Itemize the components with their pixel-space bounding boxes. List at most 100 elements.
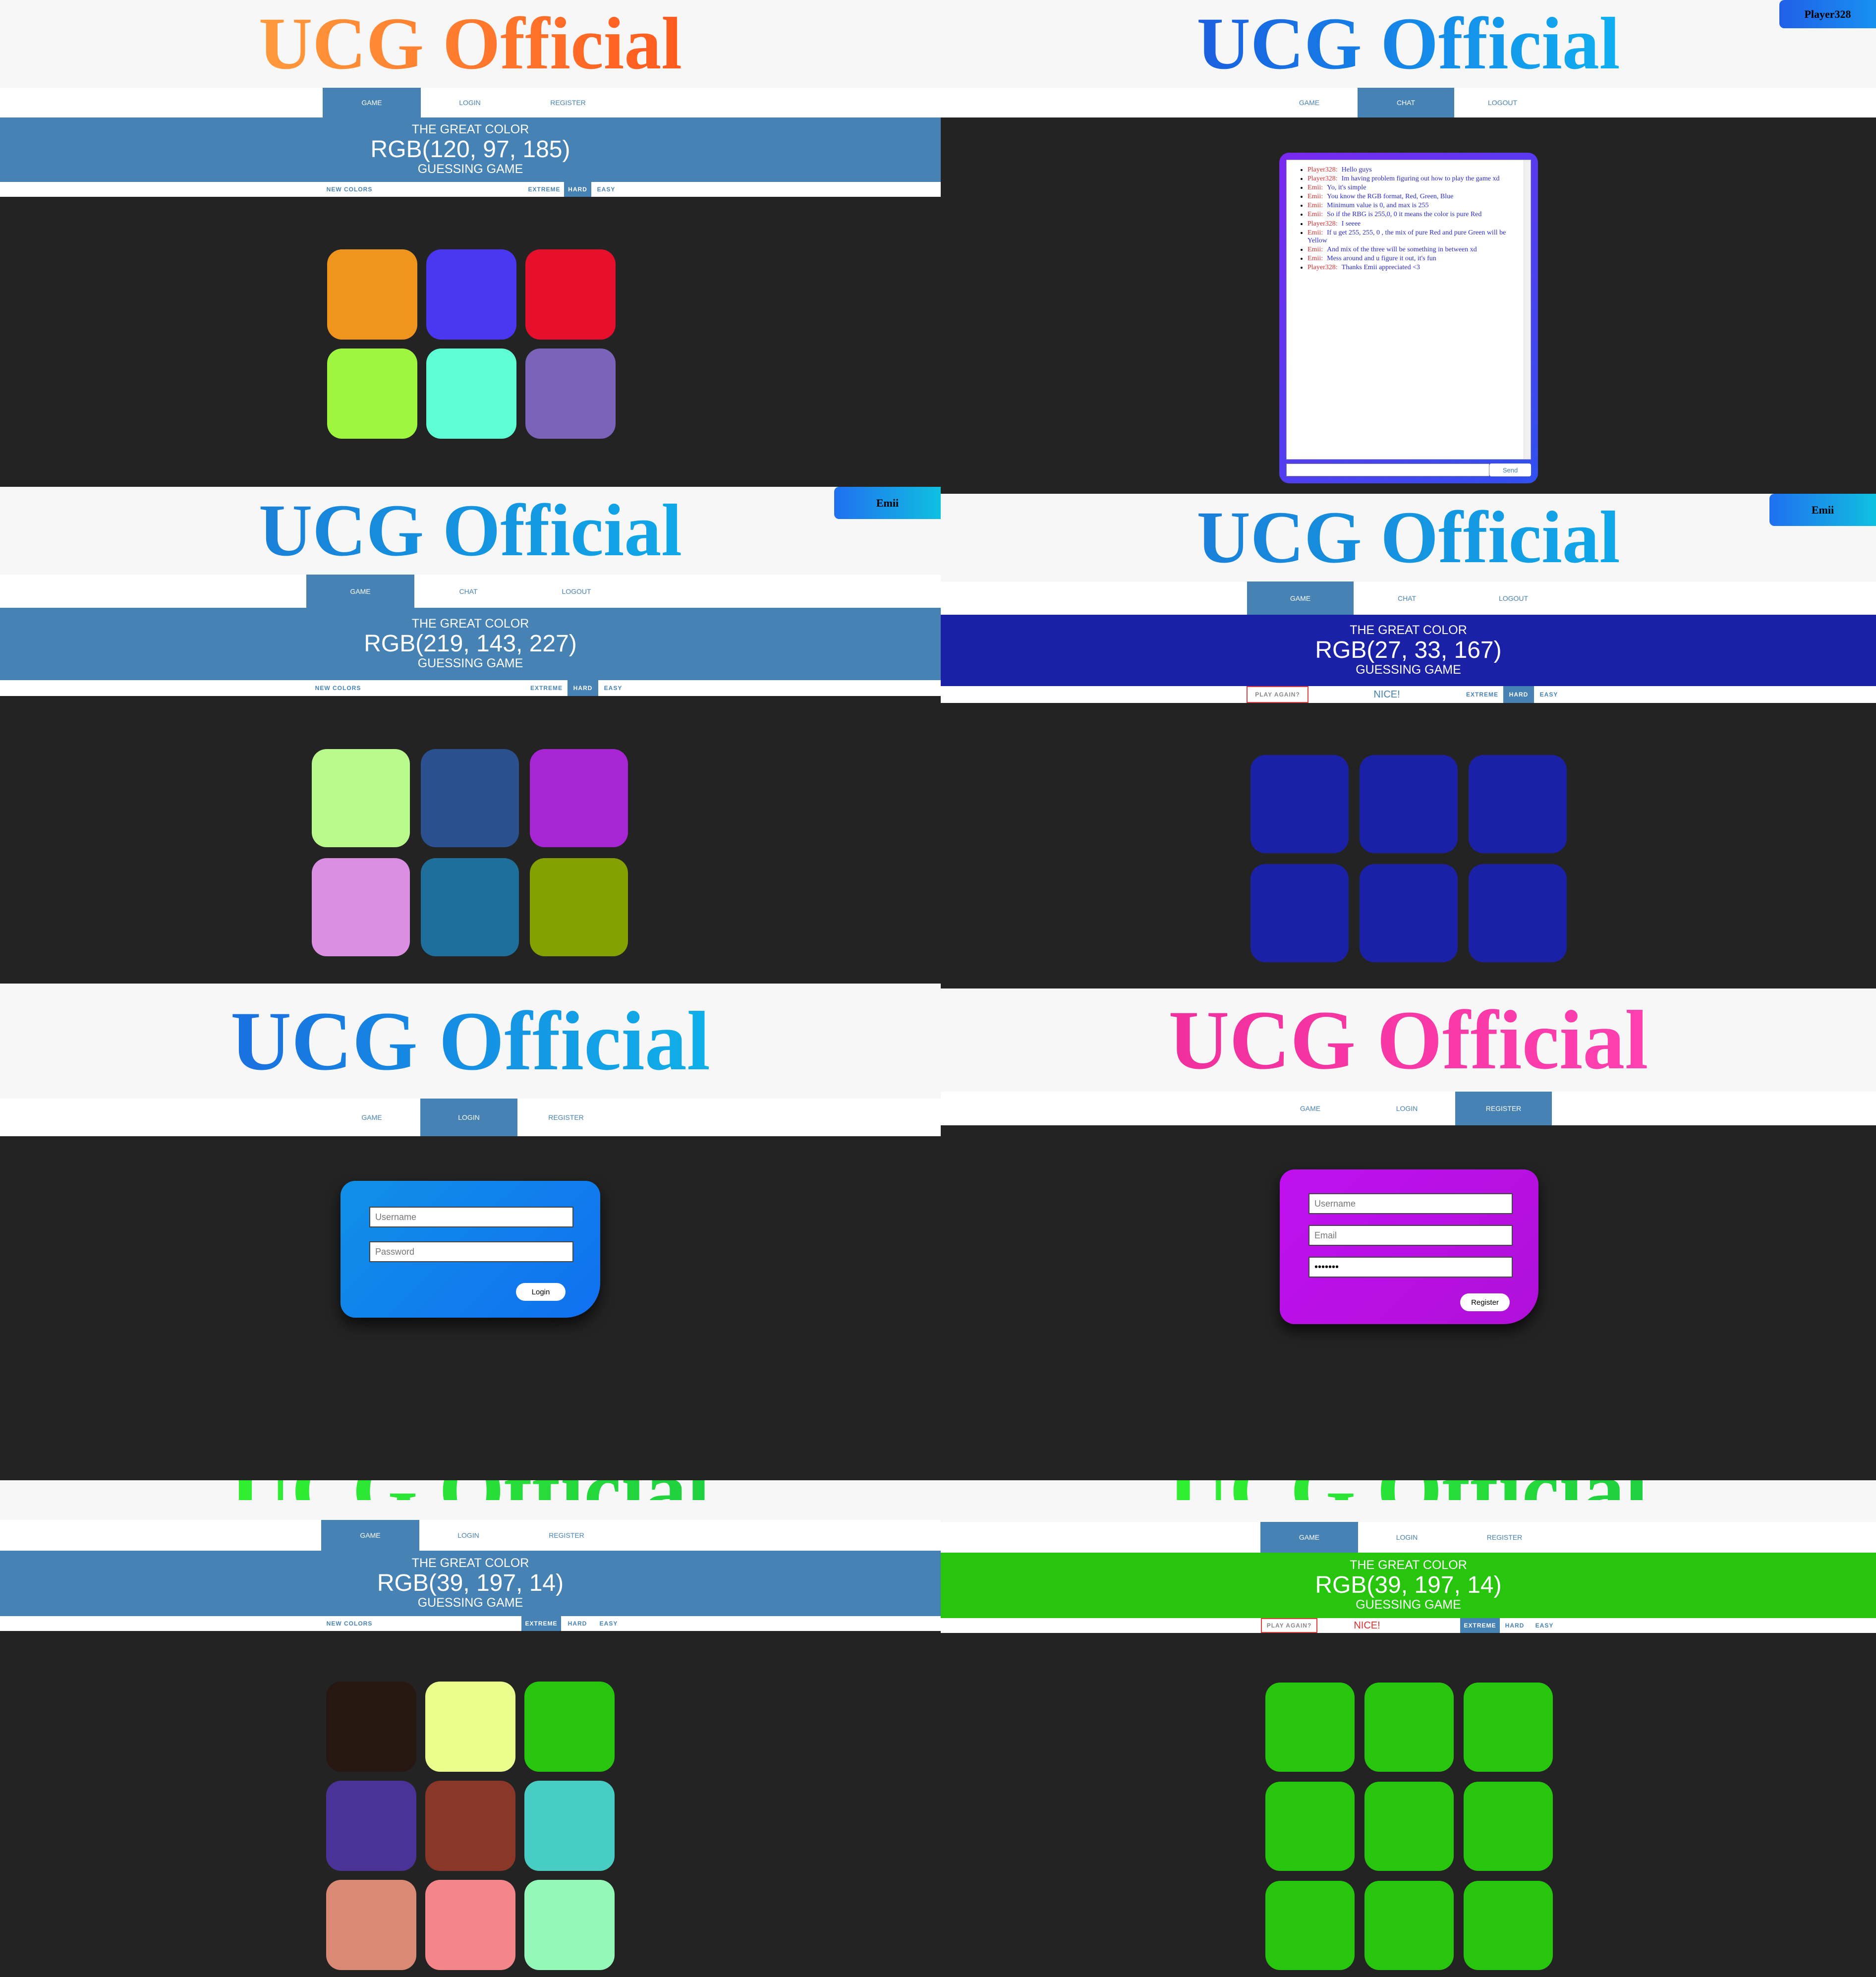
tab-game[interactable]: GAME [1260,1522,1358,1553]
color-square[interactable] [1464,1881,1553,1970]
color-square[interactable] [1364,1782,1454,1871]
tab-register[interactable]: REGISTER [1456,1522,1553,1553]
new-colors-button[interactable]: NEW COLORS [317,182,382,197]
play-again-button[interactable]: PLAY AGAIN? [1261,1618,1317,1633]
user-badge[interactable]: Emii [834,487,941,519]
tab-logout[interactable]: LOGOUT [1460,581,1567,615]
color-square[interactable] [1364,1881,1454,1970]
color-square[interactable] [1265,1683,1355,1772]
new-colors-button[interactable]: NEW COLORS [303,680,373,696]
tab-game[interactable]: GAME [323,1099,420,1136]
username-input[interactable]: Username [1308,1193,1513,1214]
password-input[interactable]: Password [369,1241,573,1262]
new-colors-button[interactable]: NEW COLORS [317,1616,382,1631]
game-header: THE GREAT COLOR RGB(219, 143, 227) GUESS… [0,608,941,680]
color-square[interactable] [312,749,410,847]
panel-chat: UCG Official Player328 GAME CHAT LOGOUT … [941,0,1876,487]
chat-scrollbar[interactable] [1524,160,1531,459]
color-square[interactable] [327,349,417,439]
easy-button[interactable]: EASY [598,680,628,696]
tab-game[interactable]: GAME [306,575,414,608]
color-square[interactable] [524,1781,615,1871]
tab-game[interactable]: GAME [1261,88,1358,117]
nav-bar: GAME LOGIN REGISTER [941,1522,1876,1553]
tab-chat[interactable]: CHAT [1358,88,1454,117]
color-square[interactable] [421,858,519,956]
extreme-button[interactable]: EXTREME [521,1616,561,1631]
color-square[interactable] [1251,864,1349,962]
tab-game[interactable]: GAME [1247,581,1354,615]
color-square[interactable] [1469,864,1567,962]
color-square[interactable] [1464,1782,1553,1871]
color-square[interactable] [524,1682,615,1772]
color-square[interactable] [524,1880,615,1970]
hard-button[interactable]: HARD [1500,1618,1530,1633]
hard-button[interactable]: HARD [1503,686,1534,703]
tab-register[interactable]: REGISTER [519,88,617,117]
color-square[interactable] [421,749,519,847]
tab-game[interactable]: GAME [323,88,421,117]
color-square[interactable] [530,858,628,956]
chat-sender: Emii: [1308,211,1323,219]
color-square[interactable] [525,249,616,340]
color-square[interactable] [1360,755,1458,853]
easy-button[interactable]: EASY [1530,1618,1559,1633]
hard-button[interactable]: HARD [564,182,591,197]
tab-login[interactable]: LOGIN [421,88,519,117]
tab-game[interactable]: GAME [321,1520,419,1551]
login-button[interactable]: Login [516,1283,566,1301]
easy-button[interactable]: EASY [591,182,621,197]
email-input[interactable]: Email [1308,1225,1513,1246]
extreme-button[interactable]: EXTREME [525,680,568,696]
color-square[interactable] [1265,1881,1355,1970]
tab-logout[interactable]: LOGOUT [1454,88,1551,117]
user-badge[interactable]: Player328 [1779,0,1876,28]
extreme-button[interactable]: EXTREME [1460,1618,1500,1633]
send-button[interactable]: Send [1489,464,1531,476]
tab-logout[interactable]: LOGOUT [522,575,630,608]
chat-message: Player328:Im having problem figuring out… [1308,175,1526,183]
tab-register[interactable]: REGISTER [1455,1092,1552,1125]
color-square[interactable] [327,249,417,340]
tab-game[interactable]: GAME [1262,1092,1359,1125]
color-square[interactable] [1360,864,1458,962]
extreme-button[interactable]: EXTREME [1461,686,1503,703]
nav-bar: GAME LOGIN REGISTER [0,1099,941,1136]
tab-register[interactable]: REGISTER [517,1099,615,1136]
color-square[interactable] [1364,1683,1454,1772]
register-button[interactable]: Register [1460,1293,1510,1311]
hard-button[interactable]: HARD [568,680,598,696]
color-square[interactable] [326,1682,416,1772]
password-input[interactable]: ••••••• [1308,1257,1513,1278]
chat-input[interactable] [1286,464,1489,476]
color-square[interactable] [525,349,616,439]
tab-login[interactable]: LOGIN [420,1099,517,1136]
tab-chat[interactable]: CHAT [1354,581,1460,615]
color-square[interactable] [426,349,516,439]
color-square[interactable] [530,749,628,847]
color-square[interactable] [1469,755,1567,853]
play-again-button[interactable]: PLAY AGAIN? [1247,686,1308,703]
color-square[interactable] [326,1880,416,1970]
control-stripe: PLAY AGAIN? NICE! EXTREME HARD EASY [941,1618,1876,1633]
tab-login[interactable]: LOGIN [419,1520,517,1551]
color-square[interactable] [425,1781,515,1871]
color-square[interactable] [1251,755,1349,853]
tab-chat[interactable]: CHAT [414,575,522,608]
extreme-button[interactable]: EXTREME [524,182,564,197]
color-square[interactable] [425,1682,515,1772]
easy-button[interactable]: EASY [1534,686,1564,703]
tab-login[interactable]: LOGIN [1359,1092,1455,1125]
user-badge[interactable]: Emii [1769,494,1876,526]
color-square[interactable] [312,858,410,956]
username-input[interactable]: Username [369,1207,573,1227]
tab-register[interactable]: REGISTER [517,1520,616,1551]
color-square[interactable] [426,249,516,340]
hard-button[interactable]: HARD [561,1616,594,1631]
color-square[interactable] [1464,1683,1553,1772]
color-square[interactable] [326,1781,416,1871]
easy-button[interactable]: EASY [594,1616,624,1631]
color-square[interactable] [1265,1782,1355,1871]
tab-login[interactable]: LOGIN [1358,1522,1456,1553]
color-square[interactable] [425,1880,515,1970]
